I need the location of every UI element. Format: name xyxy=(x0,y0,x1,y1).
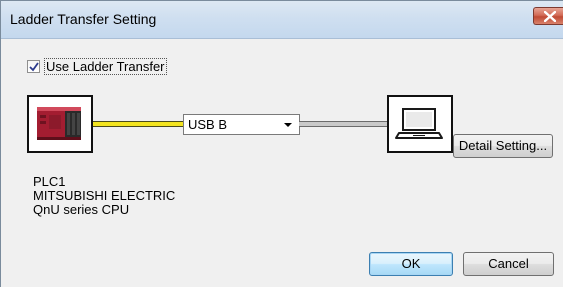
ok-button[interactable]: OK xyxy=(369,252,453,276)
pc-device-box xyxy=(387,95,453,153)
close-button[interactable] xyxy=(533,7,563,25)
plc-info: PLC1 MITSUBISHI ELECTRIC QnU series CPU xyxy=(33,175,175,217)
cancel-button[interactable]: Cancel xyxy=(463,252,554,276)
pc-cable-line xyxy=(299,121,387,127)
plc-manufacturer: MITSUBISHI ELECTRIC xyxy=(33,188,176,203)
ladder-transfer-dialog: Ladder Transfer Setting Use Ladder Trans… xyxy=(0,0,563,287)
plc-model: QnU series CPU xyxy=(33,202,130,217)
laptop-icon xyxy=(395,108,443,139)
use-ladder-transfer-checkbox[interactable] xyxy=(27,60,40,73)
detail-setting-button[interactable]: Detail Setting... xyxy=(453,134,553,158)
window-title: Ladder Transfer Setting xyxy=(10,11,157,27)
dialog-body: Use Ladder Transfer USB B Detail Setting… xyxy=(1,39,563,287)
checkmark-icon xyxy=(29,62,39,72)
close-icon xyxy=(544,11,556,22)
use-ladder-transfer-label[interactable]: Use Ladder Transfer xyxy=(44,58,167,75)
plc-module-icon xyxy=(37,107,81,140)
title-bar[interactable]: Ladder Transfer Setting xyxy=(1,1,563,39)
interface-select[interactable]: USB B xyxy=(183,114,300,135)
chevron-down-icon[interactable] xyxy=(280,116,296,133)
plc-cable-line xyxy=(93,121,185,127)
plc-name: PLC1 xyxy=(33,174,66,189)
interface-selected-value: USB B xyxy=(188,117,228,132)
plc-device-box xyxy=(27,95,93,153)
